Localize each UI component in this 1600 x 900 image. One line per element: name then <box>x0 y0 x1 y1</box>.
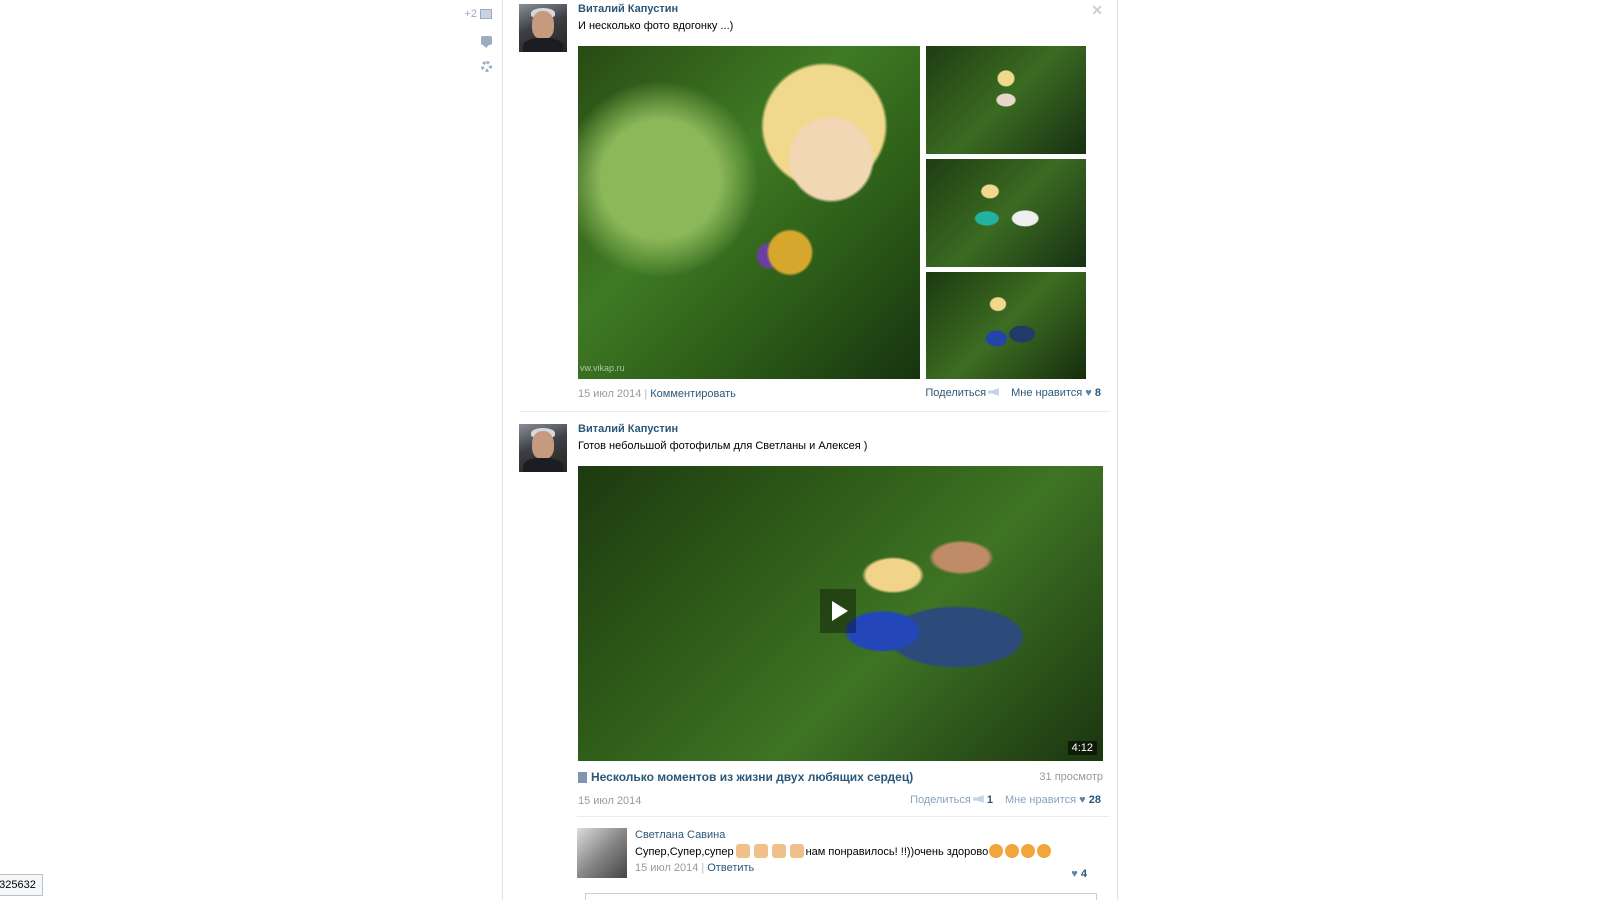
like-count: 8 <box>1094 387 1101 399</box>
heart-icon: ♥ <box>1085 387 1092 399</box>
post-author[interactable]: Виталий Капустин <box>578 2 1103 17</box>
comment-text-end: нам понравилось! !!))очень здорово <box>805 846 989 858</box>
comment-date[interactable]: 15 июл 2014 <box>635 862 698 874</box>
settings-button[interactable] <box>481 58 492 74</box>
like-count: 28 <box>1088 794 1101 806</box>
post-text: Готов небольшой фотофильм для Светланы и… <box>578 440 868 452</box>
avatar[interactable] <box>519 424 567 472</box>
smile-icon <box>989 844 1004 858</box>
megaphone-icon <box>988 388 1000 396</box>
heart-icon: ♥ <box>1079 794 1086 806</box>
megaphone-icon <box>972 795 984 803</box>
video-title[interactable]: Несколько моментов из жизни двух любящих… <box>578 770 913 784</box>
comment-author[interactable]: Светлана Савина <box>635 828 1095 843</box>
post-actions: Поделиться Мне нравится ♥ 8 <box>925 387 1101 399</box>
mail-icon <box>480 9 492 19</box>
smile-icon <box>1021 844 1036 858</box>
rail-icons: +2 <box>464 6 492 74</box>
id-badge: 4325632 <box>0 874 43 896</box>
post-body: Виталий Капустин Готов небольшой фотофил… <box>578 422 1103 454</box>
like-button[interactable]: Мне нравится ♥ 28 <box>1005 794 1101 806</box>
photo-main[interactable]: vw.vikap.ru <box>578 46 920 379</box>
like-label: Мне нравится <box>1005 794 1077 806</box>
smile-icon <box>1037 844 1052 858</box>
mail-count: +2 <box>464 8 477 20</box>
divider <box>577 816 1109 817</box>
photo-thumb[interactable] <box>926 46 1086 154</box>
share-label: Поделиться <box>925 387 987 399</box>
video-title-text: Несколько моментов из жизни двух любящих… <box>591 770 914 784</box>
comment: Светлана Савина Супер,Супер,супер нам пон… <box>577 828 1097 888</box>
comment-text-start: Супер,Супер,супер <box>635 846 734 858</box>
heart-icon: ♥ <box>1071 868 1078 880</box>
divider <box>519 411 1109 412</box>
comment-body: Светлана Савина Супер,Супер,супер нам пон… <box>635 828 1095 875</box>
thumbs-up-icon <box>771 844 786 858</box>
reply-link[interactable]: Ответить <box>707 862 754 874</box>
video-views: 31 просмотр <box>1039 771 1103 783</box>
like-count: 4 <box>1080 868 1087 880</box>
share-label: Поделиться <box>910 794 971 806</box>
messages-indicator[interactable]: +2 <box>464 6 492 22</box>
thumbs-up-icon <box>753 844 768 858</box>
wall-post: Виталий Капустин Готов небольшой фотофил… <box>519 422 1109 812</box>
comment-meta: 15 июл 2014 | Ответить <box>635 862 755 874</box>
post-meta: 15 июл 2014 | Комментировать <box>578 388 736 400</box>
avatar[interactable] <box>519 4 567 52</box>
post-text: И несколько фото вдогонку ...) <box>578 20 734 32</box>
comment-like-button[interactable]: ♥ 4 <box>1071 868 1087 880</box>
id-text: 4325632 <box>0 879 36 891</box>
avatar[interactable] <box>577 828 627 878</box>
photo-thumb[interactable] <box>926 159 1086 267</box>
share-button[interactable]: Поделиться 1 <box>910 794 993 806</box>
play-icon[interactable] <box>820 589 856 633</box>
post-date[interactable]: 15 июл 2014 <box>578 388 641 400</box>
post-date[interactable]: 15 июл 2014 <box>578 794 641 808</box>
thumbs-up-icon <box>735 844 750 858</box>
chat-icon <box>481 35 492 48</box>
smile-icon <box>1005 844 1020 858</box>
wall-feed: ✕ Виталий Капустин И несколько фото вдог… <box>503 0 1118 900</box>
comment-text: Супер,Супер,супер нам понравилось! !!))оч… <box>635 843 1095 861</box>
like-button[interactable]: Мне нравится ♥ 8 <box>1011 387 1101 399</box>
left-rail: +2 <box>0 0 503 900</box>
comment-link[interactable]: Комментировать <box>650 388 736 400</box>
post-actions: Поделиться 1 Мне нравится ♥ 28 <box>910 794 1101 806</box>
video-player[interactable]: 4:12 <box>578 466 1103 761</box>
film-icon <box>578 771 587 783</box>
gear-icon <box>481 60 492 72</box>
thumbs-up-icon <box>789 844 804 858</box>
post-author[interactable]: Виталий Капустин <box>578 422 1103 437</box>
like-label: Мне нравится <box>1011 387 1083 399</box>
photo-watermark: vw.vikap.ru <box>580 363 625 373</box>
comment-input[interactable] <box>585 893 1097 900</box>
photo-thumb[interactable] <box>926 272 1086 379</box>
video-duration: 4:12 <box>1067 741 1097 755</box>
post-body: Виталий Капустин И несколько фото вдогон… <box>578 2 1103 34</box>
share-button[interactable]: Поделиться <box>925 387 1000 399</box>
share-count: 1 <box>986 794 993 806</box>
chat-button[interactable] <box>481 32 492 48</box>
wall-post: Виталий Капустин И несколько фото вдогон… <box>519 2 1109 400</box>
